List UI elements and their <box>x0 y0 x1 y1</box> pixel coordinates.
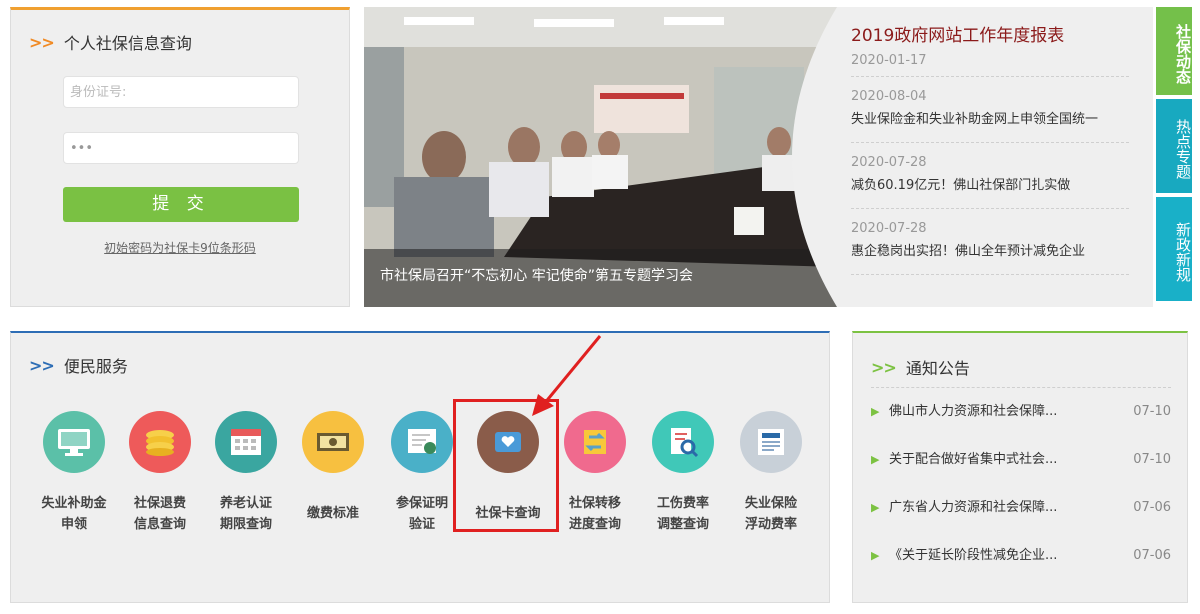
news-headline[interactable]: 2019政府网站工作年度报表 <box>851 21 1064 46</box>
news-curve-divider <box>792 7 847 307</box>
initial-password-hint-link[interactable]: 初始密码为社保卡9位条形码 <box>11 239 349 256</box>
notice-title[interactable]: 关于配合做好省集中式社会... <box>889 436 1131 484</box>
query-panel-title-text: 个人社保信息查询 <box>63 34 192 53</box>
service-label: 失业保险 <box>744 496 797 511</box>
coins-icon <box>129 411 191 473</box>
service-label: 调整查询 <box>656 517 709 532</box>
red-arrow-annotation <box>532 335 602 416</box>
service-label: 社保转移 <box>568 496 621 511</box>
notice-title[interactable]: 广东省人力资源和社会保障... <box>889 484 1131 532</box>
password-input[interactable] <box>63 132 299 164</box>
service-label: 工伤费率 <box>656 496 709 511</box>
submit-button[interactable]: 提 交 <box>63 187 299 222</box>
news-date: 2020-01-17 <box>851 53 927 68</box>
news-title[interactable]: 惠企稳岗出实招！佛山全年预计减免企业 <box>851 239 1129 265</box>
notice-item[interactable]: ▶ 佛山市人力资源和社会保障... 07-10 <box>871 388 1171 436</box>
service-unemployment-rate[interactable]: 失业保险 浮动费率 <box>731 411 811 535</box>
notice-title[interactable]: 佛山市人力资源和社会保障... <box>889 388 1131 436</box>
triangle-bullet-icon: ▶ <box>871 405 880 418</box>
service-label: 缴费标准 <box>306 506 359 521</box>
news-title[interactable]: 失业保险金和失业补助金网上申领全国统一 <box>851 107 1129 133</box>
news-date: 2020-07-28 <box>851 155 927 170</box>
newspaper-icon <box>740 411 802 473</box>
news-item[interactable]: 2020-08-04 失业保险金和失业补助金网上申领全国统一 <box>851 77 1129 143</box>
service-label: 社保退费 <box>133 496 186 511</box>
certificate-icon <box>391 411 453 473</box>
triangle-bullet-icon: ▶ <box>871 549 880 562</box>
notice-date: 07-06 <box>1133 500 1171 515</box>
service-transfer-progress[interactable]: 社保转移 进度查询 <box>555 411 635 535</box>
money-icon <box>302 411 364 473</box>
notices-panel-title-text: 通知公告 <box>905 359 970 378</box>
service-label: 期限查询 <box>219 517 272 532</box>
news-item[interactable]: 2020-07-28 减负60.19亿元！佛山社保部门扎实做 <box>851 143 1129 209</box>
announcements-panel: >> 通知公告 ▶ 佛山市人力资源和社会保障... 07-10 ▶ 关于配合做好… <box>852 331 1188 603</box>
news-headline-date-row: 2020-01-17 <box>851 51 1129 77</box>
tab-social-security-news[interactable]: 社保动态 <box>1156 7 1192 95</box>
news-banner[interactable]: 市社保局召开“不忘初心 牢记使命”第五专题学习会 <box>364 7 837 307</box>
notices-panel-title: >> 通知公告 <box>871 355 970 379</box>
service-label: 信息查询 <box>133 517 186 532</box>
news-item[interactable]: 2020-07-28 惠企稳岗出实招！佛山全年预计减免企业 <box>851 209 1129 275</box>
notice-list: ▶ 佛山市人力资源和社会保障... 07-10 ▶ 关于配合做好省集中式社会..… <box>871 387 1171 580</box>
double-chevron-icon: >> <box>29 355 55 375</box>
double-chevron-icon: >> <box>871 357 897 377</box>
notice-title[interactable]: 《关于延长阶段性减免企业... <box>889 532 1131 580</box>
double-chevron-icon: >> <box>29 32 55 52</box>
services-panel-title: >> 便民服务 <box>29 353 128 377</box>
tab-hot-topics[interactable]: 热点专题 <box>1156 99 1192 193</box>
service-unemployment-subsidy[interactable]: 失业补助金 申领 <box>34 411 114 535</box>
monitor-icon <box>43 411 105 473</box>
transfer-icon <box>564 411 626 473</box>
service-label: 养老认证 <box>219 496 272 511</box>
notice-date: 07-10 <box>1133 452 1171 467</box>
service-label: 失业补助金 <box>41 496 107 511</box>
service-label: 验证 <box>408 517 435 532</box>
notice-item[interactable]: ▶ 广东省人力资源和社会保障... 07-06 <box>871 484 1171 532</box>
news-category-tabs: 社保动态 热点专题 新政新规 <box>1156 7 1192 307</box>
notice-date: 07-06 <box>1133 548 1171 563</box>
news-list: 2020-01-17 2020-08-04 失业保险金和失业补助金网上申领全国统… <box>851 51 1129 275</box>
service-insurance-certificate[interactable]: 参保证明 验证 <box>382 411 462 535</box>
news-date: 2020-08-04 <box>851 89 927 104</box>
calendar-icon <box>215 411 277 473</box>
service-refund-query[interactable]: 社保退费 信息查询 <box>120 411 200 535</box>
news-title[interactable]: 减负60.19亿元！佛山社保部门扎实做 <box>851 173 1129 199</box>
service-label: 进度查询 <box>568 517 621 532</box>
triangle-bullet-icon: ▶ <box>871 453 880 466</box>
service-label: 参保证明 <box>395 496 448 511</box>
id-number-input[interactable] <box>63 76 299 108</box>
personal-query-panel: >> 个人社保信息查询 提 交 初始密码为社保卡9位条形码 <box>10 7 350 307</box>
service-label: 浮动费率 <box>744 517 797 532</box>
document-search-icon <box>652 411 714 473</box>
tab-new-policies[interactable]: 新政新规 <box>1156 197 1192 301</box>
service-pension-certification[interactable]: 养老认证 期限查询 <box>206 411 286 535</box>
news-panel: 2019政府网站工作年度报表 2020-01-17 2020-08-04 失业保… <box>792 7 1153 307</box>
service-label: 申领 <box>60 517 87 532</box>
news-date: 2020-07-28 <box>851 221 927 236</box>
query-panel-title: >> 个人社保信息查询 <box>29 30 192 54</box>
notice-item[interactable]: ▶ 关于配合做好省集中式社会... 07-10 <box>871 436 1171 484</box>
convenience-services-panel: >> 便民服务 失业补助金 申领 社保退费 信息查询 养老认证 期限查询 缴费标… <box>10 331 830 603</box>
banner-caption[interactable]: 市社保局召开“不忘初心 牢记使命”第五专题学习会 <box>364 249 837 307</box>
triangle-bullet-icon: ▶ <box>871 501 880 514</box>
notice-date: 07-10 <box>1133 404 1171 419</box>
services-panel-title-text: 便民服务 <box>63 357 128 376</box>
notice-item[interactable]: ▶ 《关于延长阶段性减免企业... 07-06 <box>871 532 1171 580</box>
service-injury-rate[interactable]: 工伤费率 调整查询 <box>643 411 723 535</box>
service-payment-standard[interactable]: 缴费标准 <box>293 411 373 524</box>
